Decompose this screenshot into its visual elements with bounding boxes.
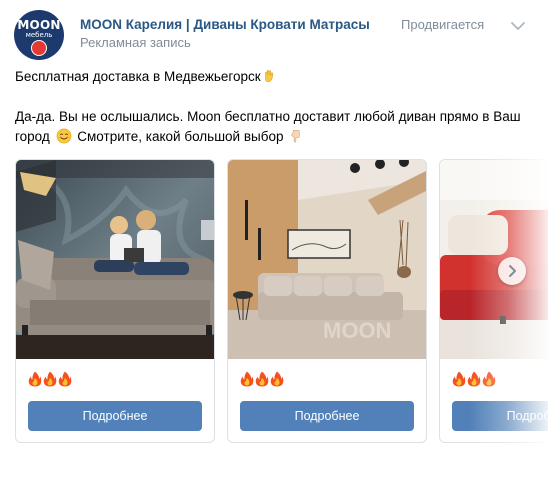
carousel-card-3[interactable]: Подробнее xyxy=(439,159,548,443)
card-1-fires xyxy=(28,371,72,389)
card-2-more-button[interactable]: Подробнее xyxy=(240,401,414,431)
fire-icon xyxy=(452,371,466,387)
card-1-more-button[interactable]: Подробнее xyxy=(28,401,202,431)
card-2-watermark: MOON xyxy=(323,318,391,343)
fire-icon xyxy=(270,371,284,387)
fire-icon xyxy=(28,371,42,387)
carousel-next-button[interactable] xyxy=(498,257,526,285)
post-header: MOON мебель MOON Карелия | Диваны Кроват… xyxy=(14,10,534,60)
fire-icon xyxy=(58,371,72,387)
pointing-down-hand-icon xyxy=(291,130,300,143)
post-text-line3: город Смотрите, какой большой выбор xyxy=(15,127,535,147)
post-type-label: Рекламная запись xyxy=(80,35,191,50)
carousel-card-2[interactable]: MOON Подробнее xyxy=(227,159,427,443)
ad-post: MOON мебель MOON Карелия | Диваны Кроват… xyxy=(0,0,548,484)
post-text-line3b: Смотрите, какой большой выбор xyxy=(77,129,284,144)
post-text-line2: Да-да. Вы не ослышались. Moon бесплатно … xyxy=(15,109,521,124)
group-name-link[interactable]: MOON Карелия | Диваны Кровати Матрасы xyxy=(80,17,370,32)
promoted-label: Продвигается xyxy=(401,17,485,32)
post-text-line3a: город xyxy=(15,129,50,144)
smile-icon xyxy=(56,128,71,144)
fire-icon xyxy=(255,371,269,387)
post-text-line1-text: Бесплатная доставка в Медвежьегорск xyxy=(15,69,261,84)
group-avatar[interactable]: MOON мебель xyxy=(14,10,64,60)
card-3-more-button[interactable]: Подробнее xyxy=(452,401,548,431)
chevron-down-icon[interactable] xyxy=(508,16,528,36)
carousel-card-1[interactable]: Подробнее xyxy=(15,159,215,443)
logo-subtext: мебель xyxy=(25,31,53,39)
card-2-photo[interactable]: MOON xyxy=(228,160,427,359)
waving-hand-icon xyxy=(264,70,273,82)
card-2-fires xyxy=(240,371,284,389)
logo-badge-icon xyxy=(31,40,47,56)
logo-text: MOON xyxy=(17,18,61,32)
fire-icon xyxy=(43,371,57,387)
fire-icon xyxy=(467,371,481,387)
card-3-fires xyxy=(452,371,496,389)
card-3-photo[interactable] xyxy=(440,160,548,359)
post-text-body: Да-да. Вы не ослышались. Moon бесплатно … xyxy=(15,107,535,147)
card-1-photo[interactable] xyxy=(16,160,215,359)
post-text-line1: Бесплатная доставка в Медвежьегорск xyxy=(15,67,535,87)
product-carousel[interactable]: Подробнее MOON Подробнее Подро xyxy=(15,159,548,445)
fire-icon xyxy=(482,371,496,387)
chevron-right-icon xyxy=(509,265,516,277)
fire-icon xyxy=(240,371,254,387)
